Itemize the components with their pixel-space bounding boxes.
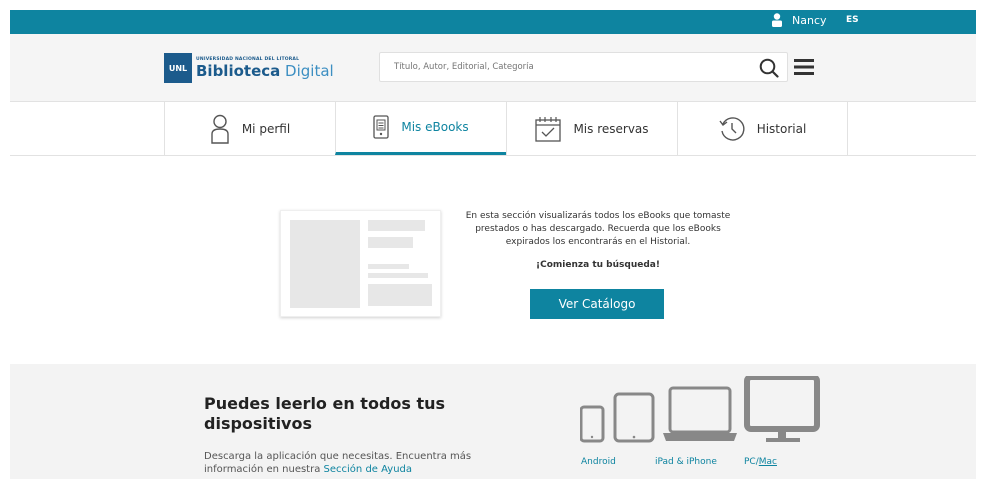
search-input[interactable]	[380, 53, 740, 81]
phone-icon	[580, 405, 605, 443]
pc-mac-link[interactable]: PC/Mac	[744, 457, 777, 467]
devices-title: Puedes leerlo en todos tus dispositivos	[204, 394, 446, 433]
ebook-placeholder-illustration	[280, 210, 441, 317]
tab-label: Mis eBooks	[401, 120, 469, 134]
calendar-icon	[535, 116, 562, 142]
header: UNL UNIVERSIDAD NACIONAL DEL LITORAL Bib…	[10, 34, 976, 102]
tab-mis-reservas[interactable]: Mis reservas	[506, 102, 677, 155]
empty-state-cta: ¡Comienza tu búsqueda!	[536, 260, 660, 270]
logo-name-bold: Biblioteca	[196, 61, 281, 80]
tab-label: Historial	[756, 121, 807, 136]
android-link[interactable]: Android	[581, 457, 616, 467]
logo-name-light: Digital	[285, 61, 334, 80]
empty-state-info: En esta sección visualizarás todos los e…	[462, 210, 734, 272]
help-section-link[interactable]: Sección de Ayuda	[324, 464, 412, 475]
user-icon	[772, 13, 782, 27]
ebook-icon	[373, 115, 390, 139]
ver-catalogo-button[interactable]: Ver Catálogo	[530, 289, 664, 319]
tab-label: Mi perfil	[241, 121, 291, 136]
tablet-icon	[613, 392, 655, 443]
user-menu[interactable]: Nancy	[771, 13, 827, 27]
laptop-icon	[663, 386, 737, 441]
search-icon[interactable]	[759, 58, 779, 78]
language-selector[interactable]: ES	[846, 15, 859, 25]
search-box	[379, 52, 788, 82]
pc-label: PC/	[744, 457, 759, 467]
empty-state-message: En esta sección visualizarás todos los e…	[465, 211, 731, 247]
ipad-iphone-link[interactable]: iPad & iPhone	[655, 457, 717, 467]
logo-badge: UNL	[164, 53, 192, 83]
top-bar: Nancy ES	[10, 10, 976, 34]
empty-state: En esta sección visualizarás todos los e…	[0, 156, 992, 364]
tab-label: Mis reservas	[573, 121, 649, 136]
tab-mi-perfil[interactable]: Mi perfil	[164, 102, 335, 155]
devices-description: Descarga la aplicación que necesitas. En…	[204, 450, 504, 476]
devices-section: Puedes leerlo en todos tus dispositivos …	[10, 364, 976, 479]
logo[interactable]: UNL UNIVERSIDAD NACIONAL DEL LITORAL Bib…	[164, 53, 334, 83]
tab-bar: Mi perfil Mis eBooks Mis reservas Histor…	[10, 102, 976, 156]
menu-icon[interactable]	[794, 59, 814, 75]
mac-label: Mac	[758, 457, 777, 467]
user-outline-icon	[211, 114, 229, 144]
history-icon	[719, 116, 745, 141]
tab-historial[interactable]: Historial	[677, 102, 848, 155]
user-name: Nancy	[792, 13, 827, 27]
devices-illustration	[580, 376, 820, 443]
tab-mis-ebooks[interactable]: Mis eBooks	[335, 102, 506, 155]
desktop-icon	[744, 376, 820, 442]
